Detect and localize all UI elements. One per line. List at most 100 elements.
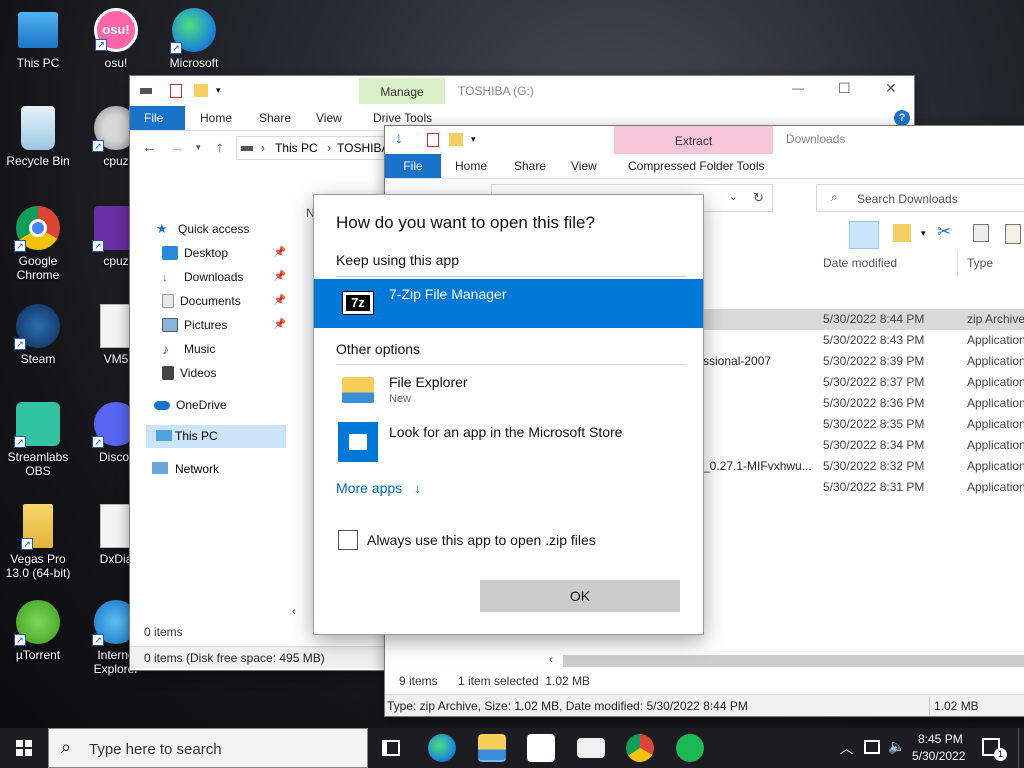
sidebar-item-this-pc[interactable]: This PC [146, 425, 286, 448]
sidebar-item-pictures[interactable]: Pictures 📌 [162, 314, 286, 336]
sidebar-item-quick-access[interactable]: ★ Quick access [156, 218, 249, 240]
file-date: 5/30/2022 8:32 PM [823, 459, 925, 473]
file-type: Application [967, 459, 1024, 473]
address-bar[interactable]: › This PC › TOSHIBA [236, 136, 389, 160]
cut-icon[interactable]: ✂ [937, 222, 951, 242]
refresh-icon[interactable]: ↻ [753, 190, 764, 206]
tab-compressed-folder-tools[interactable]: Compressed Folder Tools [614, 154, 779, 178]
sidebar-item-desktop[interactable]: Desktop 📌 [162, 242, 286, 264]
taskbar-search-box[interactable]: ⌕ Type here to search [48, 728, 368, 768]
breadcrumb-this-pc[interactable]: This PC [275, 141, 318, 155]
always-use-label[interactable]: Always use this app to open .zip files [367, 532, 596, 548]
clock-date[interactable]: 5/30/2022 [912, 749, 965, 763]
app-option-file-explorer[interactable]: File Explorer New [336, 371, 686, 413]
keep-using-heading: Keep using this app [336, 252, 459, 268]
forward-arrow-icon[interactable]: → [170, 139, 185, 156]
paste-icon[interactable] [1005, 224, 1021, 244]
context-tab-extract[interactable]: Extract [614, 126, 773, 154]
sidebar-item-documents[interactable]: Documents 📌 [162, 290, 286, 312]
sidebar-item-videos[interactable]: Videos [162, 362, 216, 384]
title-bar[interactable]: ▾ TOSHIBA (G:) — ☐ ✕ [130, 76, 914, 106]
volume-icon[interactable]: 🔈 [888, 738, 905, 755]
file-explorer-taskbar-icon[interactable] [478, 734, 506, 762]
chevron-down-icon[interactable]: ▾ [921, 228, 926, 239]
mail-taskbar-icon[interactable] [577, 738, 605, 758]
pin-icon[interactable]: 📌 [274, 266, 286, 288]
minimize-button[interactable]: — [792, 81, 804, 95]
column-header-date[interactable]: Date modified [823, 256, 897, 270]
tab-share[interactable]: Share [245, 106, 305, 130]
file-date: 5/30/2022 8:39 PM [823, 354, 925, 368]
desktop-icon-steam[interactable]: ↗ Steam [2, 304, 74, 366]
horizontal-scrollbar[interactable] [563, 655, 1024, 667]
edge-taskbar-icon[interactable] [428, 734, 456, 762]
sidebar-item-onedrive[interactable]: OneDrive [154, 394, 227, 416]
ok-button[interactable]: OK [480, 580, 680, 612]
chevron-up-icon[interactable]: ︿ [840, 738, 853, 757]
file-type: Application [967, 333, 1024, 347]
scroll-left-icon[interactable]: ‹ [292, 604, 296, 618]
tab-view[interactable]: View [557, 154, 611, 178]
tab-view[interactable]: View [302, 106, 356, 130]
status-text: 0 items (Disk free space: 495 MB) [144, 651, 325, 665]
tab-file[interactable]: File [130, 106, 185, 130]
desktop-icon-recycle-bin[interactable]: Recycle Bin [2, 106, 74, 168]
desktop-icon-edge[interactable]: ↗ Microsoft [158, 8, 230, 70]
recycle-bin-icon [21, 106, 55, 150]
close-button[interactable]: ✕ [885, 80, 897, 97]
up-arrow-icon[interactable]: ↑ [216, 139, 224, 156]
chevron-down-icon[interactable]: ▾ [216, 85, 221, 96]
desktop-icon-label: Microsoft [169, 56, 219, 70]
network-tray-icon[interactable] [864, 740, 880, 754]
scroll-left-icon[interactable]: ‹ [549, 652, 553, 666]
pin-icon[interactable]: 📌 [274, 290, 286, 312]
sidebar-item-music[interactable]: ♪ Music [162, 338, 215, 360]
sidebar-item-downloads[interactable]: ↓ Downloads 📌 [162, 266, 286, 288]
recent-chevron-icon[interactable]: ▾ [196, 142, 201, 153]
maximize-button[interactable]: ☐ [838, 80, 851, 97]
pin-icon[interactable]: 📌 [274, 314, 286, 336]
cloud-icon [154, 400, 170, 410]
chrome-taskbar-icon[interactable] [626, 734, 654, 762]
clock-time[interactable]: 8:45 PM [918, 732, 963, 746]
preview-pane-icon[interactable] [849, 221, 879, 249]
show-desktop-button[interactable] [1018, 728, 1024, 768]
desktop-icon-chrome[interactable]: ↗ Google Chrome [2, 206, 74, 282]
folder-options-icon[interactable] [893, 224, 911, 242]
copy-icon[interactable] [973, 224, 989, 242]
address-chevron-icon[interactable]: ⌄ [729, 190, 738, 203]
desktop-icon-utorrent[interactable]: ↗ µTorrent [2, 600, 74, 662]
new-folder-icon[interactable] [449, 133, 463, 146]
search-box[interactable]: ⌕ Search Downloads [816, 184, 1024, 212]
start-button[interactable] [0, 728, 48, 768]
pin-icon[interactable]: 📌 [274, 242, 286, 264]
task-view-icon[interactable] [382, 740, 400, 756]
app-option-7zip[interactable]: 7z 7-Zip File Manager [314, 279, 703, 328]
tab-home[interactable]: Home [441, 154, 501, 178]
desktop-icon-vegas-pro[interactable]: ↗ Vegas Pro 13.0 (64-bit) [2, 504, 74, 580]
tab-file[interactable]: File [385, 154, 441, 178]
properties-icon[interactable] [427, 133, 439, 147]
desktop-icon-this-pc[interactable]: This PC [2, 8, 74, 70]
new-folder-icon[interactable] [194, 84, 208, 97]
desktop-icon-osu[interactable]: osu! ↗ osu! [80, 8, 152, 70]
chevron-down-icon[interactable]: ▾ [471, 134, 476, 145]
tab-share[interactable]: Share [500, 154, 560, 178]
breadcrumb-toshiba[interactable]: TOSHIBA [337, 141, 389, 155]
context-tab-manage[interactable]: Manage [359, 78, 445, 104]
spotify-taskbar-icon[interactable] [676, 734, 704, 762]
file-name: _0.27.1-MIFvxhwu... [703, 459, 812, 473]
search-icon: ⌕ [831, 190, 838, 204]
app-option-microsoft-store[interactable]: Look for an app in the Microsoft Store [336, 421, 686, 463]
tab-home[interactable]: Home [186, 106, 246, 130]
back-arrow-icon[interactable]: ← [142, 139, 157, 156]
desktop-icon-label: Streamlabs OBS [7, 450, 69, 478]
app-option-sub: New [389, 393, 412, 405]
help-icon[interactable]: ? [894, 110, 910, 126]
column-header-type[interactable]: Type [967, 256, 993, 270]
always-use-checkbox[interactable] [338, 530, 358, 550]
desktop-icon-streamlabs[interactable]: ↗ Streamlabs OBS [2, 402, 74, 478]
properties-icon[interactable] [170, 84, 182, 98]
more-apps-link[interactable]: More apps ↓ [336, 480, 421, 496]
store-taskbar-icon[interactable] [527, 734, 555, 762]
